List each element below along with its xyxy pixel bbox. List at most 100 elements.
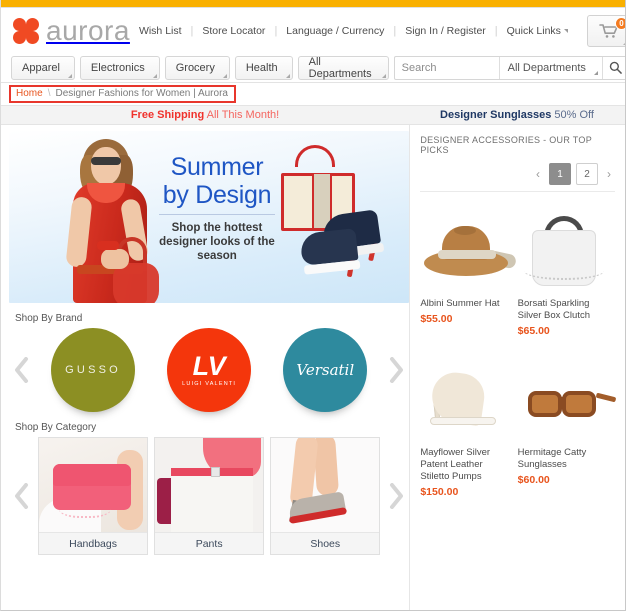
pagination-next[interactable]: › bbox=[603, 167, 615, 181]
search-icon bbox=[609, 61, 622, 74]
hero-divider bbox=[159, 214, 275, 215]
hero-banner[interactable]: Summer by Design Shop the hottest design… bbox=[9, 131, 409, 303]
breadcrumb-current: Designer Fashions for Women | Aurora bbox=[55, 88, 228, 99]
product-image-pumps bbox=[420, 351, 511, 443]
brand-item-luigi-valenti[interactable]: LV LUIGI VALENTI bbox=[167, 328, 252, 412]
nav-label: All Departments bbox=[308, 55, 372, 80]
site-logo[interactable]: aurora bbox=[13, 14, 130, 46]
promo-strip: Free Shipping All This Month! Designer S… bbox=[1, 105, 625, 125]
search-submit-button[interactable] bbox=[601, 56, 625, 79]
hero-model-image bbox=[61, 137, 171, 303]
promo-right: Designer Sunglasses 50% Off bbox=[409, 109, 625, 121]
category-label: Shoes bbox=[271, 532, 380, 554]
logo-wordmark: aurora bbox=[46, 14, 130, 46]
corner-caret-icon bbox=[593, 70, 598, 75]
sunglasses-icon bbox=[91, 157, 121, 165]
product-image-sunglasses bbox=[518, 351, 616, 443]
pagination-prev[interactable]: ‹ bbox=[532, 167, 544, 181]
sidebar-title: DESIGNER ACCESSORIES - OUR TOP PICKS bbox=[420, 135, 592, 155]
nav-label: Health bbox=[245, 61, 278, 74]
shop-by-brand-label: Shop By Brand bbox=[15, 313, 83, 324]
corner-caret-icon bbox=[381, 73, 386, 78]
category-carousel: Handbags Pants Shoes bbox=[9, 437, 409, 555]
clover-logo-icon bbox=[13, 17, 39, 44]
product-image-hat bbox=[420, 202, 518, 294]
utility-links: Wish List | Store Locator | Language / C… bbox=[130, 14, 625, 47]
sidebar-column: DESIGNER ACCESSORIES - OUR TOP PICKS ‹ 1… bbox=[409, 125, 625, 610]
brand-carousel-next[interactable] bbox=[383, 357, 409, 383]
link-language-currency[interactable]: Language / Currency bbox=[277, 25, 393, 37]
search-department-select[interactable]: All Departments bbox=[498, 56, 602, 79]
corner-caret-icon bbox=[67, 73, 72, 78]
product-price: $55.00 bbox=[420, 313, 453, 325]
promo-right-rest: 50% Off bbox=[551, 109, 594, 121]
product-card-mayflower-pumps[interactable]: Mayflower Silver Patent Leather Stiletto… bbox=[420, 341, 517, 502]
corner-caret-icon bbox=[152, 73, 157, 78]
link-sign-in-register[interactable]: Sign In / Register bbox=[396, 25, 495, 37]
chevron-down-icon bbox=[563, 28, 568, 33]
product-card-hermitage-sunglasses[interactable]: Hermitage Catty Sunglasses $60.00 bbox=[518, 341, 616, 502]
product-card-albini-summer-hat[interactable]: Albini Summer Hat $55.00 bbox=[420, 192, 518, 341]
corner-caret-icon bbox=[285, 73, 290, 78]
cart-count-badge: 0 bbox=[614, 16, 625, 30]
nav-label: Electronics bbox=[90, 61, 145, 74]
hero-title-line2: by Design bbox=[162, 181, 272, 209]
brand-subname: LUIGI VALENTI bbox=[182, 380, 237, 387]
category-carousel-next[interactable] bbox=[383, 483, 409, 509]
promo-left: Free Shipping All This Month! bbox=[1, 109, 409, 121]
brand-name: LV bbox=[192, 350, 226, 381]
product-image-clutch bbox=[518, 202, 609, 294]
category-image-handbags bbox=[39, 438, 148, 532]
brand-carousel-track: GUSSO LV LUIGI VALENTI Versatil bbox=[35, 328, 383, 412]
product-name: Mayflower Silver Patent Leather Stiletto… bbox=[420, 447, 491, 482]
hero-product-image bbox=[275, 145, 403, 287]
link-wish-list[interactable]: Wish List bbox=[130, 25, 191, 37]
product-price: $65.00 bbox=[517, 325, 550, 337]
category-image-pants bbox=[155, 438, 264, 532]
cart-button[interactable]: 0 bbox=[586, 14, 625, 47]
category-carousel-prev[interactable] bbox=[9, 483, 35, 509]
sidebar-pagination: ‹ 1 2 › bbox=[420, 163, 615, 185]
link-store-locator[interactable]: Store Locator bbox=[193, 25, 274, 37]
nav-item-all-departments[interactable]: All Departments bbox=[297, 55, 389, 80]
product-grid: Albini Summer Hat $55.00 Borsati Sparkli… bbox=[420, 192, 616, 502]
promo-left-rest: All This Month! bbox=[204, 109, 280, 121]
search-input[interactable] bbox=[394, 56, 499, 79]
chevron-right-icon bbox=[390, 357, 404, 383]
link-quick-links[interactable]: Quick Links bbox=[498, 25, 577, 37]
product-card-borsati-clutch[interactable]: Borsati Sparkling Silver Box Clutch $65.… bbox=[518, 192, 615, 341]
search-department-label: All Departments bbox=[507, 61, 586, 74]
accent-top-bar bbox=[1, 0, 625, 8]
brand-carousel: GUSSO LV LUIGI VALENTI Versatil bbox=[9, 328, 409, 412]
nav-item-electronics[interactable]: Electronics bbox=[79, 55, 160, 80]
product-name: Albini Summer Hat bbox=[420, 298, 500, 309]
category-item-handbags[interactable]: Handbags bbox=[38, 437, 149, 555]
brand-item-versatil[interactable]: Versatil bbox=[283, 328, 368, 412]
pagination-page-2[interactable]: 2 bbox=[576, 163, 598, 185]
product-price: $150.00 bbox=[420, 486, 459, 498]
corner-caret-icon bbox=[222, 73, 227, 78]
nav-item-apparel[interactable]: Apparel bbox=[11, 55, 75, 80]
nav-item-health[interactable]: Health bbox=[234, 55, 293, 80]
chevron-right-icon bbox=[390, 483, 404, 509]
brand-name: Versatil bbox=[296, 361, 355, 379]
breadcrumb-home-link[interactable]: Home bbox=[16, 88, 43, 99]
nav-item-grocery[interactable]: Grocery bbox=[164, 55, 230, 80]
breadcrumb: Home \ Designer Fashions for Women | Aur… bbox=[9, 85, 236, 103]
site-header: aurora Wish List | Store Locator | Langu… bbox=[1, 8, 625, 53]
chevron-left-icon bbox=[15, 483, 28, 509]
category-label: Pants bbox=[155, 532, 264, 554]
quick-links-label: Quick Links bbox=[506, 24, 561, 37]
shop-by-category-label: Shop By Category bbox=[15, 422, 97, 433]
search-bar: All Departments bbox=[393, 55, 625, 80]
hero-title-line1: Summer bbox=[170, 153, 264, 181]
product-name: Borsati Sparkling Silver Box Clutch bbox=[517, 298, 590, 321]
brand-carousel-prev[interactable] bbox=[9, 357, 35, 383]
category-item-shoes[interactable]: Shoes bbox=[270, 437, 381, 555]
brand-name: GUSSO bbox=[65, 364, 121, 376]
promo-left-strong: Free Shipping bbox=[130, 109, 205, 121]
category-item-pants[interactable]: Pants bbox=[154, 437, 265, 555]
pagination-page-1[interactable]: 1 bbox=[549, 163, 571, 185]
nav-label: Apparel bbox=[22, 61, 60, 74]
brand-item-gusso[interactable]: GUSSO bbox=[51, 328, 136, 412]
